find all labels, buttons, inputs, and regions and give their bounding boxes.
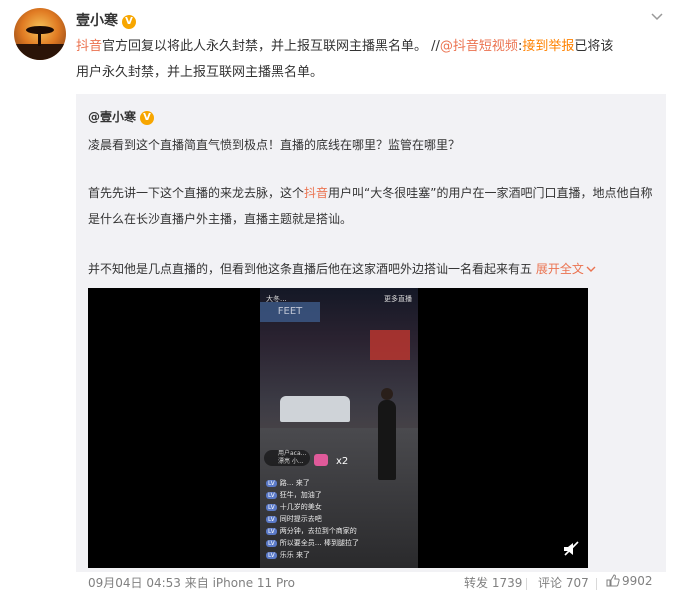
live-comment: LV 两分钟，去拉到个商家的 [266,526,357,536]
live-comment: LV 路... 来了 [266,478,310,488]
comment-level-badge: LV [266,528,277,535]
quoted-paragraph-3: 并不知他是几点直播的，但看到他这条直播后他在这家酒吧外边搭讪一名看起来有五 展开… [88,256,658,282]
douyin-link[interactable]: 抖音 [76,39,102,54]
quoted-p2-line2: 是什么在长沙直播户外主播，直播主题就是搭讪。 [88,212,353,226]
live-comment: LV 十几岁的美女 [266,502,322,512]
live-comment: LV 所以要全员… 棒到腿拉了 [266,538,359,548]
thumbs-up-icon [606,574,620,587]
live-comment: LV 同时提示去吧 [266,514,322,524]
chevron-down-icon [586,266,596,272]
report-link[interactable]: 接到举报 [522,39,574,54]
avatar[interactable] [14,8,66,60]
shop-sign: FEET [260,302,320,322]
comment-button[interactable]: 评论 707 [538,574,589,591]
person [378,400,396,480]
video-frame: 大冬... 更多直播 FEET 用户aca... 漂亮 小... x2 LV 路.… [260,288,418,568]
comment-level-badge: LV [266,540,277,547]
divider [526,578,527,590]
heart-gift-icon [314,454,328,466]
video-user-chip: 用户aca... 漂亮 小... [264,450,310,466]
repost-button[interactable]: 转发 1739 [464,574,522,591]
chevron-down-icon[interactable] [650,12,664,22]
expand-full-text-link[interactable]: 展开全文 [536,262,596,276]
comment-text: 乐乐 来了 [279,551,311,559]
comment-text: 所以要全员… 棒到腿拉了 [279,539,360,547]
comment-level-badge: LV [266,504,277,511]
post-meta: 09月04日 04:53 来自 iPhone 11 Pro [88,576,296,590]
person-head [381,388,393,400]
live-comment: LV 乐乐 来了 [266,550,310,560]
live-comment: LV 狂牛，加油了 [266,490,322,500]
car [280,396,350,422]
like-count: 9902 [622,574,653,588]
quoted-author[interactable]: @壹小寒 V [88,108,155,125]
quoted-p2-part2: 用户叫“大冬很哇塞”的用户在一家酒吧门口直播，地点他自称 [328,186,653,200]
quoted-author-name[interactable]: @壹小寒 [88,110,136,124]
post-text-line1-end: 已将该 [574,39,614,54]
quoted-paragraph-2: 首先先讲一下这个直播的来龙去脉，这个抖音用户叫“大冬很哇塞”的用户在一家酒吧门口… [88,180,658,232]
verified-badge-icon: V [140,111,155,125]
verified-badge-icon: V [122,15,136,29]
expand-label: 展开全文 [535,262,584,276]
post-text-line1: 官方回复以将此人永久封禁，并上报互联网主播黑名单。 // [102,39,440,54]
author-name[interactable]: 壹小寒 [76,13,118,29]
neon-sign [370,330,410,360]
comment-level-badge: LV [266,552,277,559]
quoted-paragraph-1: 凌晨看到这个直播简直气愤到极点！直播的底线在哪里？监管在哪里？ [88,138,461,152]
post-text-line2: 用户永久封禁，并上报互联网主播黑名单。 [76,65,324,80]
quoted-p2-part1: 首先先讲一下这个直播的来龙去脉，这个 [88,186,305,200]
tree-silhouette-icon [14,26,66,60]
comment-text: 狂牛，加油了 [279,491,322,499]
comment-text: 两分钟，去拉到个商家的 [279,527,357,535]
comment-level-badge: LV [266,492,277,499]
quoted-p3-text: 并不知他是几点直播的，但看到他这条直播后他在这家酒吧外边搭讪一名看起来有五 [88,262,533,276]
like-button[interactable]: 9902 [606,574,653,588]
gift-count: x2 [336,456,349,467]
comment-text: 同时提示去吧 [279,515,322,523]
douyin-link[interactable]: 抖音 [304,186,328,200]
post-author[interactable]: 壹小寒 V [76,10,136,30]
comment-text: 路... 来了 [279,479,310,487]
comment-text: 十几岁的美女 [279,503,322,511]
video-player[interactable]: 大冬... 更多直播 FEET 用户aca... 漂亮 小... x2 LV 路.… [88,288,588,568]
comment-level-badge: LV [266,516,277,523]
post-text: 抖音官方回复以将此人永久封禁，并上报互联网主播黑名单。 //@抖音短视频:接到举… [76,34,664,86]
divider [596,578,597,590]
quoted-post: @壹小寒 V 凌晨看到这个直播简直气愤到极点！直播的底线在哪里？监管在哪里？ 首先… [76,94,666,572]
video-more-live: 更多直播 [384,295,412,303]
comment-level-badge: LV [266,480,277,487]
volume-mute-icon[interactable] [562,540,580,558]
mention-link[interactable]: @抖音短视频 [440,39,518,54]
